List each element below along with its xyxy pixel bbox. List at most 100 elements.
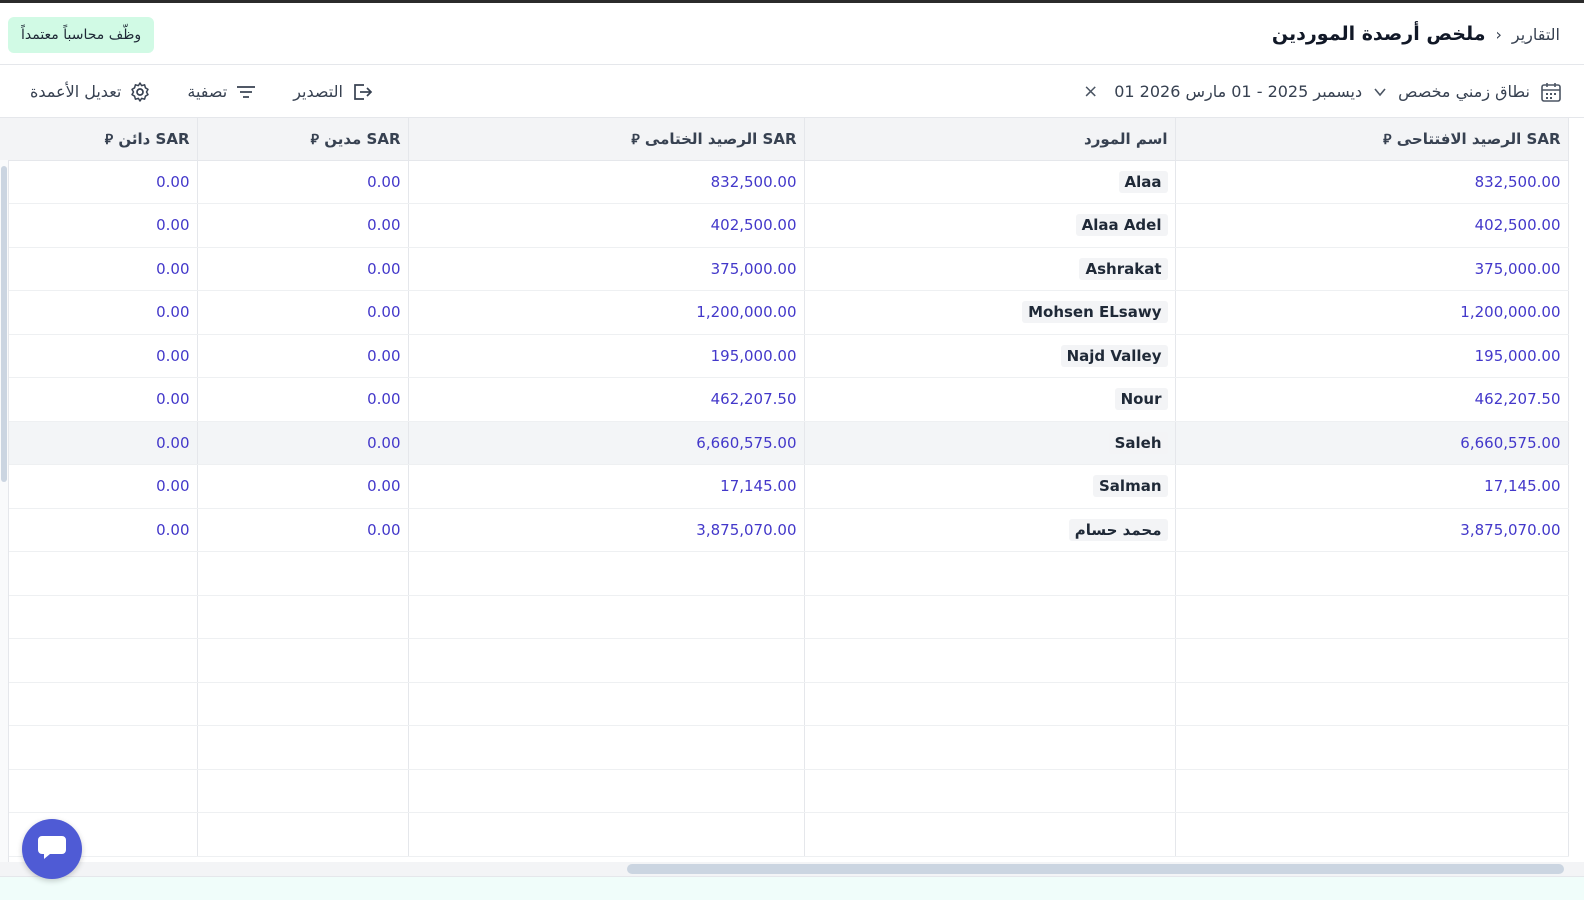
cell-closing[interactable]: 402,500.00 [408, 203, 805, 248]
table-row[interactable]: 0.00 0.00 195,000.00 Najd Valley 195,000.00 [0, 334, 1569, 378]
cell-opening[interactable]: 402,500.00 [1175, 203, 1569, 248]
cell-opening[interactable]: 832,500.00 [1175, 160, 1569, 204]
cell-closing[interactable]: 462,207.50 [408, 377, 805, 422]
supplier-name[interactable]: Mohsen ELsawy [1022, 301, 1168, 324]
empty-cell [0, 725, 198, 770]
chat-launcher-button[interactable] [22, 819, 82, 879]
cell-debit[interactable]: 0.00 [197, 290, 409, 335]
cell-credit[interactable]: 0.00 [0, 508, 198, 552]
empty-row [0, 812, 1569, 857]
empty-cell [197, 769, 409, 813]
edit-columns-button[interactable]: تعديل الأعمدة [30, 81, 151, 103]
cell-opening[interactable]: 6,660,575.00 [1175, 421, 1569, 465]
table-row[interactable]: 0.00 0.00 1,200,000.00 Mohsen ELsawy 1,200,0… [0, 290, 1569, 335]
cell-debit[interactable]: 0.00 [197, 421, 409, 465]
cell-opening[interactable]: 17,145.00 [1175, 464, 1569, 509]
supplier-name[interactable]: Saleh [1108, 431, 1168, 454]
cell-debit[interactable]: 0.00 [197, 508, 409, 552]
breadcrumb-reports-link[interactable]: التقارير [1512, 25, 1560, 44]
table-row[interactable]: 0.00 0.00 832,500.00 Alaa 832,500.00 [0, 160, 1569, 204]
vertical-scrollbar[interactable] [0, 160, 9, 862]
supplier-name[interactable]: Alaa Adel [1075, 214, 1168, 237]
empty-cell [804, 595, 1176, 639]
cell-closing[interactable]: 1,200,000.00 [408, 290, 805, 335]
supplier-name[interactable]: Ashrakat [1079, 257, 1168, 280]
supplier-name[interactable]: Alaa [1118, 170, 1168, 193]
column-header-credit[interactable]: ⃁ دائن SAR [0, 118, 198, 161]
cell-closing[interactable]: 3,875,070.00 [408, 508, 805, 552]
cell-credit[interactable]: 0.00 [0, 377, 198, 422]
empty-row [0, 595, 1569, 639]
cell-credit[interactable]: 0.00 [0, 290, 198, 335]
empty-cell [0, 769, 198, 813]
table-row[interactable]: 0.00 0.00 402,500.00 Alaa Adel 402,500.00 [0, 203, 1569, 248]
cell-supplier[interactable]: Alaa Adel [804, 203, 1176, 248]
cell-supplier[interactable]: Salman [804, 464, 1176, 509]
cell-closing[interactable]: 195,000.00 [408, 334, 805, 378]
empty-cell [408, 595, 805, 639]
cell-debit[interactable]: 0.00 [197, 377, 409, 422]
date-range-value[interactable]: 01 ديسمبر 2025 - 01 مارس 2026 [1114, 82, 1362, 101]
close-icon[interactable]: × [1083, 81, 1098, 102]
supplier-name[interactable]: Najd Valley [1060, 344, 1168, 367]
export-button[interactable]: التصدير [293, 81, 373, 103]
cell-closing[interactable]: 17,145.00 [408, 464, 805, 509]
cell-opening[interactable]: 3,875,070.00 [1175, 508, 1569, 552]
cell-opening[interactable]: 195,000.00 [1175, 334, 1569, 378]
cell-opening[interactable]: 462,207.50 [1175, 377, 1569, 422]
cell-debit[interactable]: 0.00 [197, 203, 409, 248]
empty-cell [1175, 551, 1569, 596]
cell-supplier[interactable]: Saleh [804, 421, 1176, 465]
supplier-name[interactable]: Salman [1093, 475, 1168, 498]
cell-debit[interactable]: 0.00 [197, 160, 409, 204]
table-row[interactable]: 0.00 0.00 462,207.50 Nour 462,207.50 [0, 377, 1569, 422]
riyal-icon: ⃁ [104, 131, 114, 148]
filter-button[interactable]: تصفية [187, 81, 257, 103]
cell-supplier[interactable]: محمد حسام [804, 508, 1176, 552]
cell-closing[interactable]: 832,500.00 [408, 160, 805, 204]
chevron-down-icon[interactable] [1372, 84, 1388, 100]
empty-cell [1175, 812, 1569, 857]
empty-cell [804, 638, 1176, 683]
cell-credit[interactable]: 0.00 [0, 464, 198, 509]
cell-debit[interactable]: 0.00 [197, 464, 409, 509]
horizontal-scrollbar-thumb[interactable] [627, 864, 1564, 874]
horizontal-scrollbar[interactable] [0, 862, 1584, 876]
cell-opening[interactable]: 375,000.00 [1175, 247, 1569, 291]
cell-opening[interactable]: 1,200,000.00 [1175, 290, 1569, 335]
vertical-scrollbar-thumb[interactable] [1, 166, 7, 482]
empty-cell [197, 812, 409, 857]
riyal-icon: ⃁ [631, 131, 640, 148]
cell-supplier[interactable]: Najd Valley [804, 334, 1176, 378]
cell-supplier[interactable]: Alaa [804, 160, 1176, 204]
column-header-supplier[interactable]: اسم المورد [804, 118, 1176, 161]
cell-supplier[interactable]: Mohsen ELsawy [804, 290, 1176, 335]
supplier-name[interactable]: Nour [1114, 388, 1168, 411]
table-row[interactable]: 0.00 0.00 17,145.00 Salman 17,145.00 [0, 464, 1569, 509]
table-row[interactable]: 0.00 0.00 375,000.00 Ashrakat 375,000.00 [0, 247, 1569, 291]
range-type-label[interactable]: نطاق زمني مخصص [1398, 82, 1530, 101]
cell-credit[interactable]: 0.00 [0, 160, 198, 204]
date-range-picker[interactable]: نطاق زمني مخصص 01 ديسمبر 2025 - 01 مارس … [1083, 65, 1562, 118]
cell-closing[interactable]: 6,660,575.00 [408, 421, 805, 465]
column-header-debit[interactable]: ⃁ مدين SAR [197, 118, 409, 161]
supplier-name[interactable]: محمد حسام [1068, 518, 1168, 541]
cell-debit[interactable]: 0.00 [197, 334, 409, 378]
cell-credit[interactable]: 0.00 [0, 203, 198, 248]
cell-supplier[interactable]: Nour [804, 377, 1176, 422]
table-row[interactable]: 0.00 0.00 6,660,575.00 Saleh 6,660,575.00 [0, 421, 1569, 465]
supplier-balances-table: ⃁ دائن SAR ⃁ مدين SAR ⃁ الرصيد الختامى S… [0, 118, 1569, 857]
cell-credit[interactable]: 0.00 [0, 247, 198, 291]
cell-supplier[interactable]: Ashrakat [804, 247, 1176, 291]
cell-credit[interactable]: 0.00 [0, 421, 198, 465]
cell-closing[interactable]: 375,000.00 [408, 247, 805, 291]
cell-debit[interactable]: 0.00 [197, 247, 409, 291]
empty-cell [408, 551, 805, 596]
hire-accountant-button[interactable]: وظّف محاسباً معتمداً [8, 17, 155, 53]
column-header-closing[interactable]: ⃁ الرصيد الختامى SAR [408, 118, 805, 161]
column-header-opening[interactable]: ⃁ الرصيد الافتتاحى SAR [1175, 118, 1569, 161]
table-row[interactable]: 0.00 0.00 3,875,070.00 محمد حسام 3,875,070.0… [0, 508, 1569, 552]
empty-cell [197, 682, 409, 726]
toolbar-actions: التصدير تصفية تعديل الأعمدة [30, 65, 373, 118]
cell-credit[interactable]: 0.00 [0, 334, 198, 378]
